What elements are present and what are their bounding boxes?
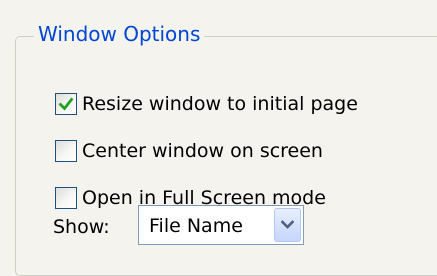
resize-window-checkbox[interactable] [55,93,77,115]
center-window-checkbox[interactable] [55,140,77,162]
show-select[interactable]: File Name [138,205,304,245]
resize-window-option[interactable]: Resize window to initial page [55,91,358,117]
chevron-down-icon [281,220,294,229]
show-select-value: File Name [149,215,243,237]
center-window-option[interactable]: Center window on screen [55,138,323,164]
show-label: Show: [53,216,110,238]
resize-window-label: Resize window to initial page [82,93,358,115]
center-window-label: Center window on screen [82,140,323,162]
group-title: Window Options [34,21,205,47]
full-screen-checkbox[interactable] [55,187,77,209]
dropdown-button[interactable] [274,208,301,242]
checkmark-icon [58,97,74,111]
